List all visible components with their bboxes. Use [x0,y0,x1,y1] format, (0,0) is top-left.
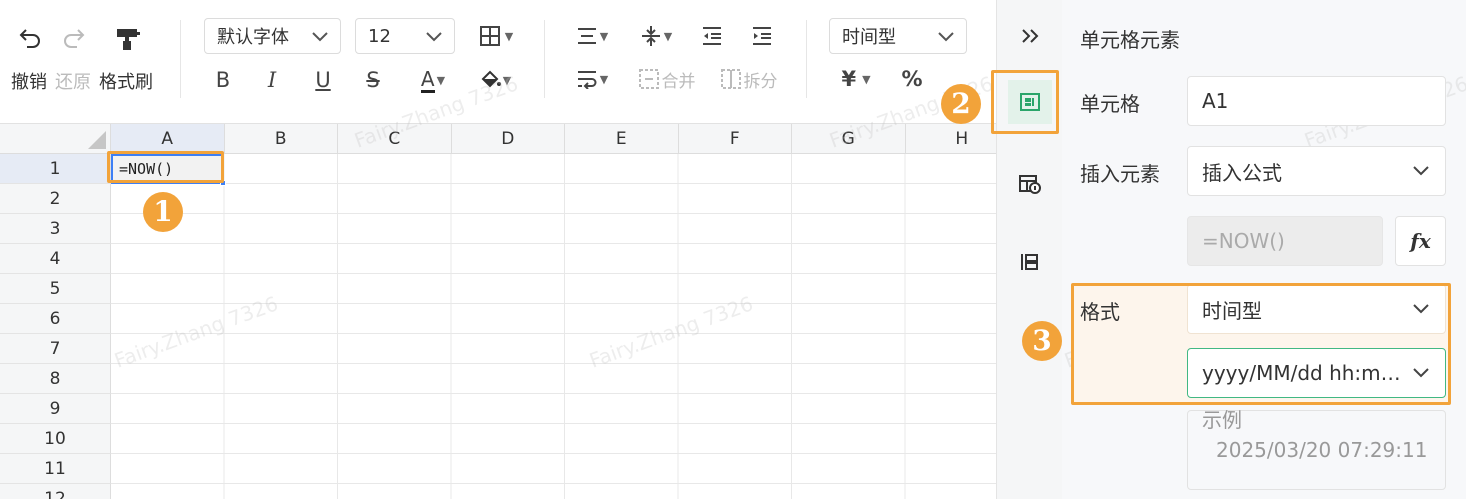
font-size-value: 12 [368,25,391,47]
chevron-down-icon [938,32,954,42]
format-painter-button[interactable]: 格式刷 [99,68,153,94]
font-color-button[interactable]: A ▼ [410,64,456,96]
chevron-down-icon [312,32,328,42]
toolbar-divider [180,20,181,98]
wrap-text-icon[interactable]: ▼ [568,64,616,94]
insert-element-select[interactable]: 插入公式 [1187,146,1446,196]
redo-icon[interactable] [60,24,88,52]
insert-element-value: 插入公式 [1202,160,1282,185]
panel-content: 单元格元素 单元格 A1 插入元素 插入公式 =NOW() fx 格式 时间型 … [1062,0,1466,499]
collapse-panel-icon[interactable] [1008,14,1052,58]
font-color-value: A [420,66,435,93]
indent-decrease-icon[interactable] [698,22,726,50]
split-button[interactable]: 拆分 [716,64,782,94]
layout-tab-icon[interactable] [1008,240,1052,284]
step-badge-1: 1 [143,192,183,232]
panel-title: 单元格元素 [1080,28,1180,52]
select-all-corner[interactable] [0,124,111,154]
row-header-12[interactable]: 12 [0,484,111,499]
italic-button[interactable]: I [259,66,285,94]
highlight-cell-a1 [107,151,224,183]
currency-format-button[interactable]: ¥ ▼ [832,64,880,94]
row-header-10[interactable]: 10 [0,424,111,454]
fill-color-icon[interactable]: ▼ [472,64,518,96]
font-family-value: 默认字体 [217,27,289,48]
font-family-select[interactable]: 默认字体 [204,18,341,54]
column-header-h[interactable]: H [905,124,996,154]
row-header-1[interactable]: 1 [0,154,111,184]
row-header-11[interactable]: 11 [0,454,111,484]
chevron-down-icon [1413,166,1429,176]
column-header-d[interactable]: D [451,124,565,154]
redo-button[interactable]: 还原 [55,68,91,94]
cell-reference-value: A1 [1202,89,1229,113]
undo-button[interactable]: 撤销 [11,68,47,94]
row-headers: 1 2 3 4 5 6 7 8 9 10 11 12 [0,154,111,499]
highlight-format-section [1071,283,1451,405]
step-badge-3: 3 [1022,321,1062,361]
indent-increase-icon[interactable] [748,22,776,50]
sample-label: 示例 [1202,408,1242,432]
cell-area[interactable] [111,154,996,499]
highlight-cell-element-tab [991,70,1059,134]
row-header-8[interactable]: 8 [0,364,111,394]
row-header-5[interactable]: 5 [0,274,111,304]
toolbar: 撤销 还原 格式刷 默认字体 12 ▼ B I U S A ▼ ▼ ▼ ▼ ▼ … [0,0,996,123]
row-header-3[interactable]: 3 [0,214,111,244]
align-vertical-icon[interactable]: ▼ [632,22,680,50]
border-icon[interactable]: ▼ [472,22,520,50]
strikethrough-button[interactable]: S [360,66,386,94]
row-header-4[interactable]: 4 [0,244,111,274]
cell-reference-input[interactable]: A1 [1187,76,1446,126]
step-badge-2: 2 [941,84,981,124]
toolbar-divider [806,20,807,98]
fx-button[interactable]: fx [1395,216,1446,266]
align-horizontal-icon[interactable]: ▼ [568,22,616,50]
column-header-a[interactable]: A [111,124,225,154]
row-header-2[interactable]: 2 [0,184,111,214]
merge-icon [638,69,659,89]
percent-format-button[interactable]: % [898,64,926,94]
undo-icon[interactable] [16,24,44,52]
merge-button[interactable]: 合并 [634,64,700,94]
format-painter-icon[interactable] [113,24,143,54]
font-size-select[interactable]: 12 [355,18,455,54]
formula-input: =NOW() [1187,216,1383,266]
row-header-9[interactable]: 9 [0,394,111,424]
formula-value: =NOW() [1202,229,1285,253]
column-header-f[interactable]: F [678,124,792,154]
column-headers: A B C D E F G H [111,124,996,154]
number-format-value: 时间型 [842,27,896,48]
row-header-6[interactable]: 6 [0,304,111,334]
underline-button[interactable]: U [310,66,336,94]
chevron-down-icon [426,32,442,42]
row-header-7[interactable]: 7 [0,334,111,364]
sample-value: 2025/03/20 07:29:11 [1216,438,1428,462]
toolbar-divider [544,20,545,98]
split-label: 拆分 [743,71,778,92]
insert-element-label: 插入元素 [1080,162,1160,186]
currency-label: ¥ [841,67,857,91]
cell-label: 单元格 [1080,92,1140,116]
column-header-e[interactable]: E [565,124,679,154]
bold-button[interactable]: B [210,66,236,94]
column-header-c[interactable]: C [338,124,452,154]
split-icon [720,69,741,89]
caret-down-icon: ▼ [436,73,446,87]
number-format-select[interactable]: 时间型 [829,18,967,54]
cell-properties-tab-icon[interactable] [1008,162,1052,206]
column-header-g[interactable]: G [792,124,906,154]
column-header-b[interactable]: B [224,124,338,154]
merge-label: 合并 [661,71,696,92]
